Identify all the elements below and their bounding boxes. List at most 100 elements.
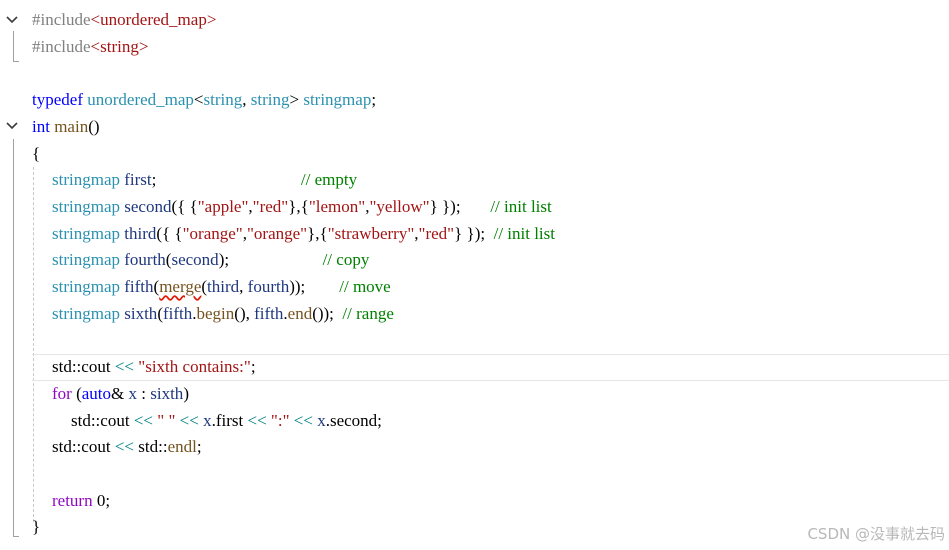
- code-token-plain: cout: [81, 357, 111, 377]
- code-token-plain: ;: [151, 170, 301, 190]
- code-token-plain: ): [183, 383, 189, 403]
- code-text: #include<string>: [32, 33, 148, 60]
- code-line[interactable]: {: [0, 140, 949, 167]
- code-token-str: "orange": [182, 223, 243, 243]
- code-token-com: // range: [342, 303, 394, 323]
- code-token-str: "red": [418, 223, 455, 243]
- code-token-com: // move: [339, 277, 391, 296]
- code-line[interactable]: stringmap fourth(second); // copy: [0, 246, 949, 273]
- code-token-type: stringmap: [52, 170, 120, 190]
- code-token-plain: (): [88, 116, 100, 136]
- code-line[interactable]: stringmap sixth(fifth.begin(), fifth.end…: [0, 300, 949, 327]
- fold-toggle-chevron-down-icon[interactable]: [5, 6, 19, 33]
- code-token-plain: std::: [71, 410, 101, 430]
- code-token-fn: main: [54, 116, 89, 136]
- code-token-plain: std::: [52, 357, 82, 377]
- code-token-var: x: [128, 383, 138, 403]
- code-token-str: "apple": [197, 196, 249, 216]
- code-line[interactable]: std::cout << std::endl;: [0, 433, 949, 460]
- code-token-var: fifth: [124, 277, 154, 296]
- code-token-var: x: [203, 410, 212, 430]
- code-token-plain: },{: [307, 223, 328, 243]
- code-token-plain: ({ {: [171, 196, 198, 216]
- code-token-plain: &: [111, 383, 129, 403]
- code-line[interactable]: for (auto& x : sixth): [0, 380, 949, 407]
- code-token-kw: int: [32, 116, 50, 136]
- code-token-plain: },{: [288, 196, 309, 216]
- code-token-type: stringmap: [52, 277, 120, 296]
- code-token-plain: ));: [289, 277, 340, 296]
- code-editor[interactable]: #include<unordered_map> #include<string> t…: [0, 0, 949, 550]
- code-text: stringmap sixth(fifth.begin(), fifth.end…: [52, 300, 394, 327]
- code-token-com: // init list: [493, 223, 555, 243]
- code-token-plain: std::: [134, 437, 168, 457]
- code-token-plain: ({ {: [156, 223, 183, 243]
- code-token-var: first: [124, 170, 152, 190]
- code-token-fn: end: [287, 303, 313, 323]
- code-token-str: "red": [252, 196, 289, 216]
- fold-toggle-chevron-down-icon[interactable]: [5, 113, 19, 140]
- code-token-op: <<: [247, 410, 267, 430]
- code-token-plain: (: [71, 383, 82, 403]
- code-token-str: "lemon": [308, 196, 366, 216]
- code-token-str: " ": [157, 410, 176, 430]
- code-token-kw: typedef: [32, 90, 83, 110]
- code-token-plain: >: [289, 90, 304, 110]
- code-token-op: <<: [133, 410, 154, 430]
- code-token-var: fourth: [124, 250, 166, 270]
- code-line[interactable]: return 0;: [0, 487, 949, 514]
- code-token-kw: auto: [81, 383, 112, 403]
- code-token-dir: #include: [32, 10, 91, 29]
- code-token-var: sixth: [150, 383, 184, 403]
- code-token-plain: cout: [81, 437, 111, 457]
- code-text: std::cout << " " << x.first << ":" << x.…: [71, 407, 382, 434]
- code-line[interactable]: std::cout << "sixth contains:";: [0, 353, 949, 380]
- code-line[interactable]: stringmap second({ {"apple","red"},{"lem…: [0, 193, 949, 220]
- code-token-plain: cout: [100, 410, 130, 430]
- code-token-plain: );: [218, 250, 323, 270]
- code-line[interactable]: stringmap first; // empty: [0, 166, 949, 193]
- code-token-str: <unordered_map>: [90, 10, 217, 29]
- code-token-type: stringmap: [52, 196, 120, 216]
- code-token-fn: endl: [167, 437, 197, 457]
- code-line[interactable]: typedef unordered_map<string, string> st…: [0, 86, 949, 113]
- code-text: }: [32, 513, 40, 540]
- code-token-plain: std::: [52, 437, 82, 457]
- code-text: {: [32, 140, 40, 167]
- code-line[interactable]: stringmap fifth(merge(third, fourth)); /…: [0, 273, 949, 300]
- code-token-com: // empty: [300, 170, 358, 190]
- code-token-plain: :: [137, 383, 151, 403]
- code-token-plain: <: [193, 90, 204, 110]
- code-token-fn: begin: [196, 303, 235, 323]
- code-token-type: stringmap: [52, 303, 120, 323]
- code-token-var: x: [317, 410, 326, 430]
- code-token-com: // copy: [322, 250, 370, 270]
- code-line[interactable]: [0, 326, 949, 353]
- code-text: return 0;: [52, 487, 110, 514]
- code-token-var: second: [124, 196, 172, 216]
- code-line[interactable]: stringmap third({ {"orange","orange"},{"…: [0, 220, 949, 247]
- code-token-plain: } });: [429, 196, 491, 216]
- code-line[interactable]: std::cout << " " << x.first << ":" << x.…: [0, 407, 949, 434]
- code-line[interactable]: int main(): [0, 113, 949, 140]
- code-token-plain: .first: [211, 410, 248, 430]
- code-token-kw2: return: [52, 490, 93, 510]
- code-token-plain: } });: [454, 223, 494, 243]
- code-token-plain: ,: [242, 90, 251, 110]
- code-line[interactable]: [0, 460, 949, 487]
- code-token-str: "sixth contains:": [138, 357, 251, 377]
- code-text: stringmap second({ {"apple","red"},{"lem…: [52, 193, 552, 220]
- code-text: std::cout << "sixth contains:";: [52, 353, 256, 380]
- code-line[interactable]: [0, 59, 949, 86]
- code-token-var: third: [124, 223, 157, 243]
- code-token-str: "orange": [246, 223, 308, 243]
- code-token-type: stringmap: [52, 223, 120, 243]
- code-text: #include<unordered_map>: [32, 6, 216, 33]
- code-token-op: <<: [293, 410, 313, 430]
- code-token-kw2: for: [52, 383, 72, 403]
- code-line[interactable]: #include<string>: [0, 33, 949, 60]
- code-token-dir: #include: [32, 36, 91, 56]
- code-token-plain: ;: [196, 437, 202, 457]
- code-token-type: stringmap: [303, 90, 372, 110]
- code-line[interactable]: #include<unordered_map>: [0, 6, 949, 33]
